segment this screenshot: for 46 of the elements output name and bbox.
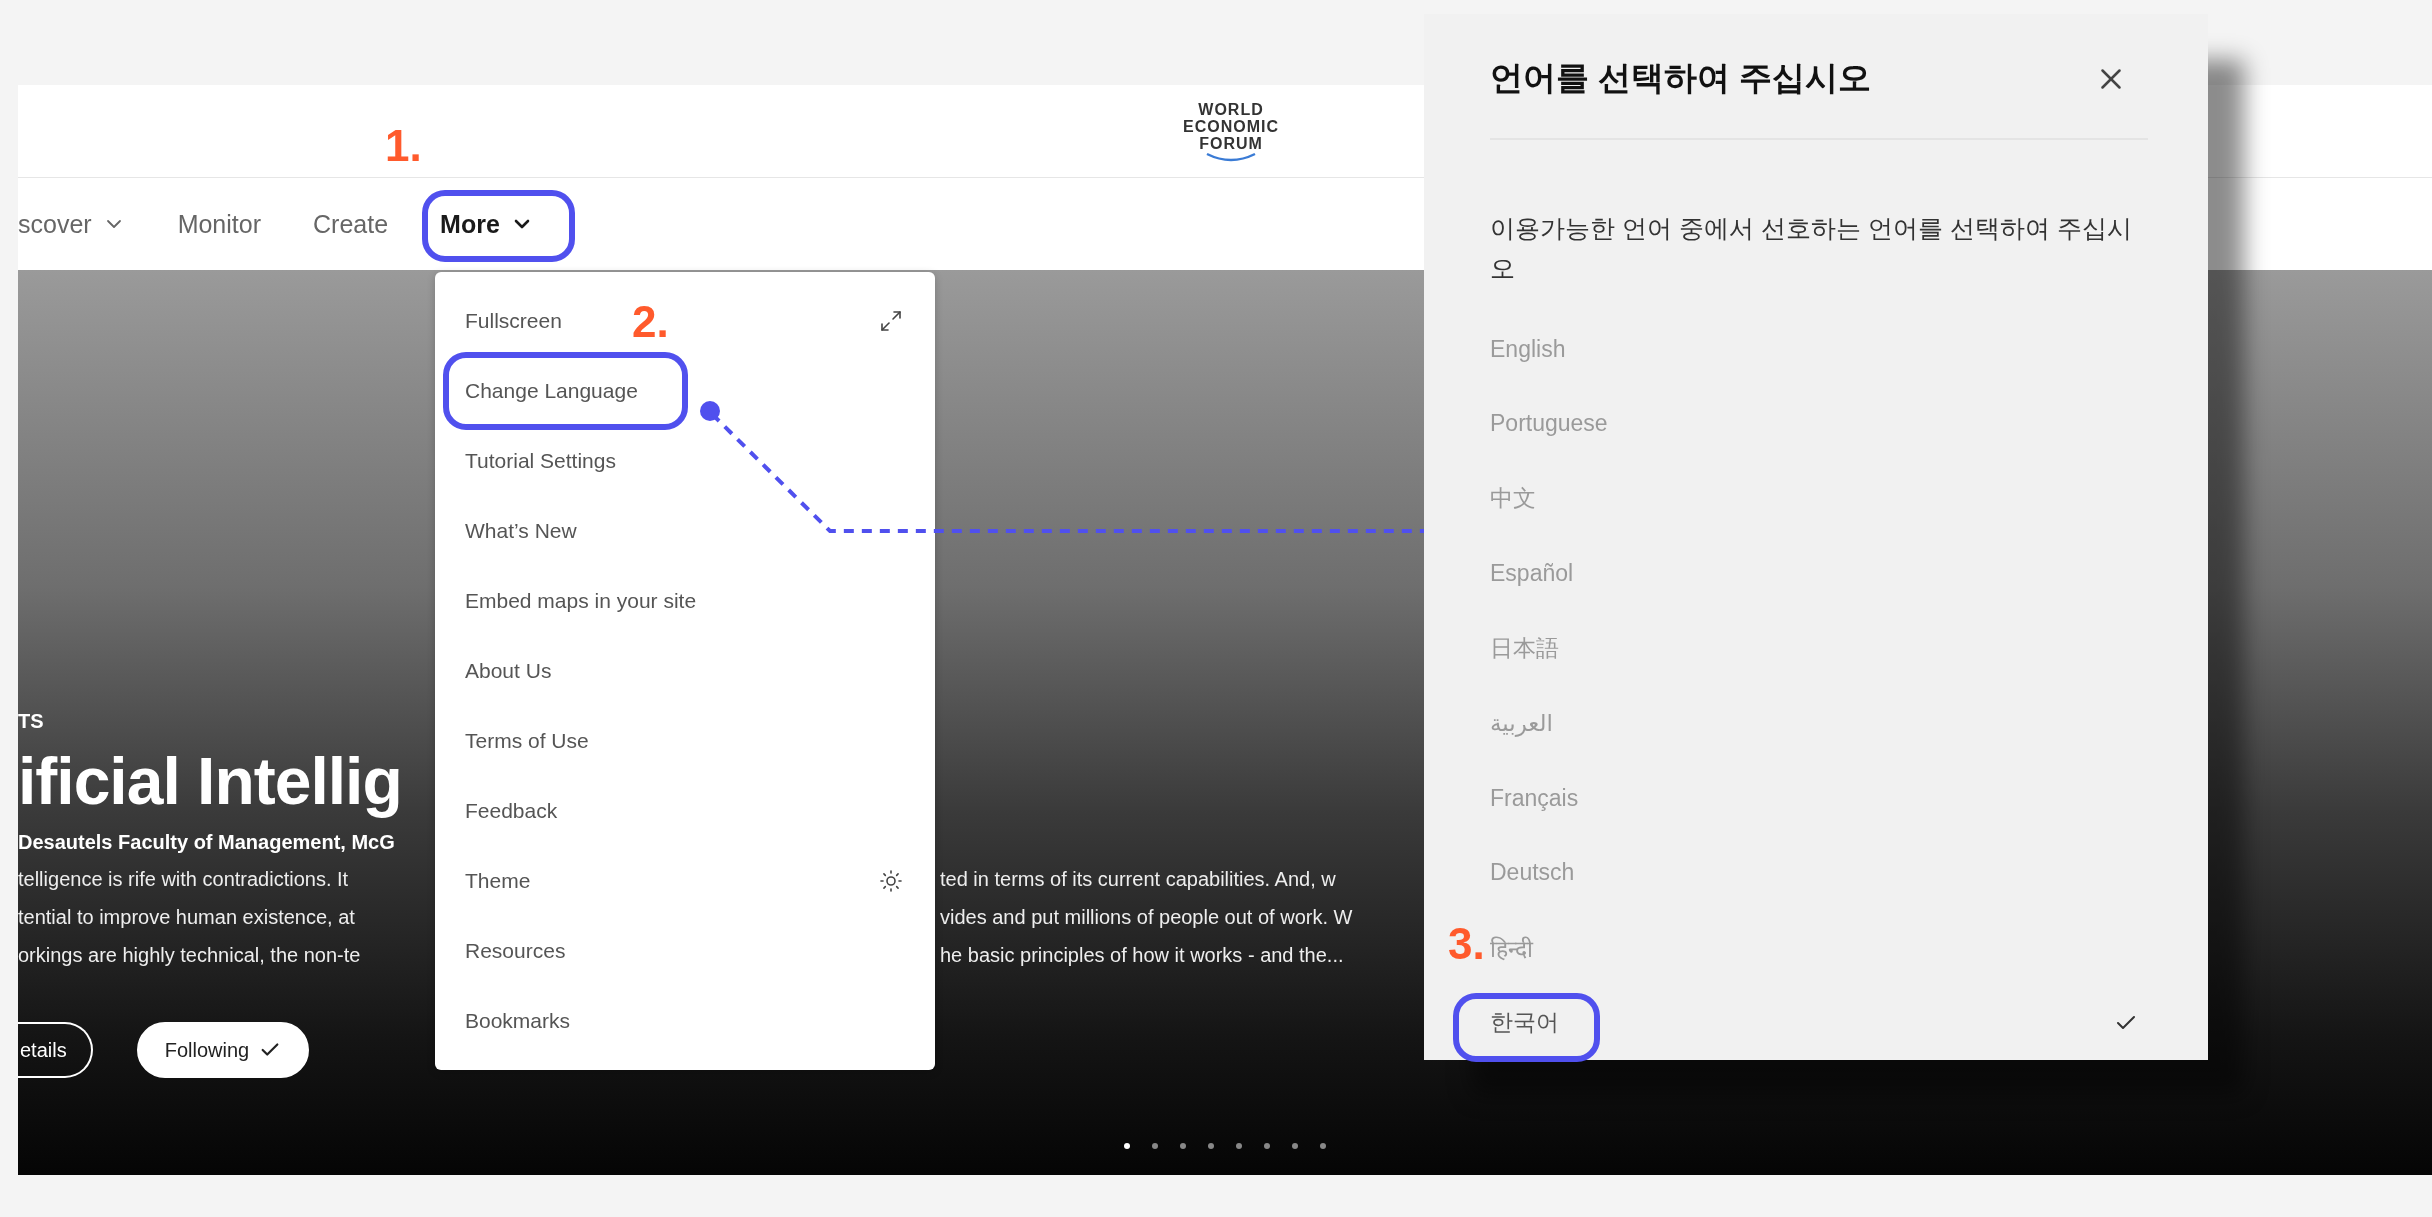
step-number: 2. [632,298,669,346]
carousel-dot[interactable] [1180,1143,1186,1149]
step-number: 3. [1448,920,1485,968]
logo-text: WORLD [1198,100,1264,118]
carousel-dot[interactable] [1208,1143,1214,1149]
logo-text: ECONOMIC [1183,117,1279,135]
nav-link[interactable]: More [440,209,534,239]
menu-item[interactable]: Tutorial Settings [465,449,616,473]
menu-item[interactable]: Feedback [465,799,558,823]
menu-item[interactable]: What’s New [465,519,577,543]
nav-link[interactable]: Monitor [177,209,261,239]
hero-title: ificial Intellig [18,743,403,820]
dialog-title: 언어를 선택하여 주십시오 [1490,58,1872,99]
nav-link[interactable]: Create [313,209,389,239]
menu-item[interactable]: Fullscreen [465,309,562,333]
logo-text: FORUM [1199,134,1263,152]
logo-arc-icon [1205,151,1257,162]
hero-description: tential to improve human existence, at [18,905,355,930]
hero-subtitle: Desautels Faculty of Management, McG [18,831,396,854]
nav-link[interactable]: scover [18,209,126,239]
hero-description: vides and put millions of people out of work. W [940,905,1353,930]
dialog-description: 이용가능한 언어 중에서 선호하는 언어를 선택하여 주십시오 [1490,212,2133,284]
menu-item[interactable]: About Us [465,659,552,683]
hero-button[interactable]: Following [136,1022,310,1078]
step-number: 1. [385,122,422,170]
carousel-dot[interactable] [1292,1143,1298,1149]
menu-item[interactable]: Terms of Use [465,729,589,753]
hero-description: telligence is rife with contradictions. It [18,867,349,892]
menu-item[interactable]: Embed maps in your site [465,589,697,613]
hero-description: orkings are highly technical, the non-te [18,943,361,968]
carousel-dot[interactable] [1124,1143,1130,1149]
carousel-dot[interactable] [1264,1143,1270,1149]
menu-item[interactable]: Change Language [465,379,638,403]
hero-tag: TS [18,710,435,733]
hero-button[interactable]: etails [18,1022,93,1078]
carousel-dot[interactable] [1320,1143,1326,1149]
menu-item[interactable]: Resources [465,939,566,963]
menu-item[interactable]: Theme [465,869,531,893]
expand-icon [879,309,903,333]
hero-description: he basic principles of how it works - and the... [940,943,1344,968]
language-option[interactable]: 한국어 [1490,985,2148,1060]
carousel-dot[interactable] [1152,1143,1158,1149]
hero-description: ted in terms of its current capabilities. And, w [940,867,1336,892]
carousel-dot[interactable] [1236,1143,1242,1149]
sun-icon [879,869,903,893]
menu-item[interactable]: Bookmarks [465,1009,571,1033]
